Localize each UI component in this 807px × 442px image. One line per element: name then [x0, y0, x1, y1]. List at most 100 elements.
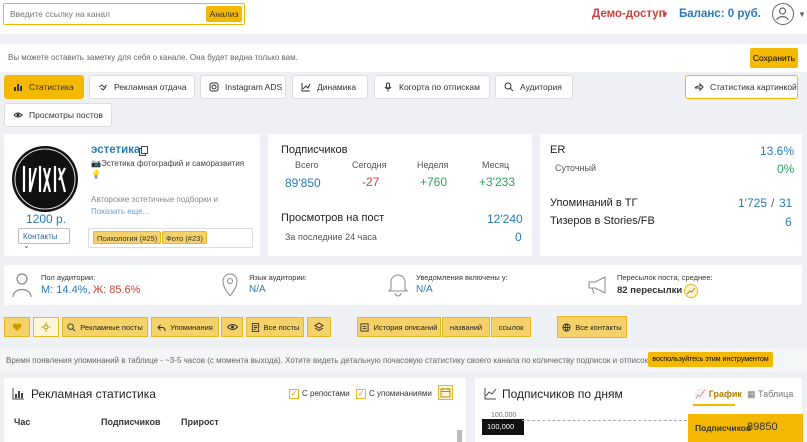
- map-pin-icon: [222, 273, 238, 297]
- teasers-value[interactable]: 6: [785, 215, 792, 229]
- notifications-label: Уведомления включены у:: [416, 273, 508, 282]
- calendar-icon: [440, 388, 451, 398]
- mentions-value[interactable]: 1'725: [738, 196, 767, 210]
- tooltip-value: 89850: [747, 421, 778, 433]
- heart-icon: [12, 323, 22, 331]
- save-note-button[interactable]: Сохранить: [750, 48, 798, 68]
- axis-tooltip-value: 100,000: [487, 422, 515, 431]
- female-share: Ж: 85.6%: [93, 284, 141, 296]
- tab-label: Аудитория: [520, 82, 562, 92]
- contacts-dropdown[interactable]: Контакты ⌄: [18, 228, 70, 250]
- history-button[interactable]: История описаний: [357, 317, 441, 337]
- ad-posts-button[interactable]: Рекламные посты: [62, 317, 148, 337]
- tag-chip[interactable]: Психология (#25): [93, 231, 162, 244]
- channel-link-input[interactable]: [10, 7, 200, 21]
- chevron-down-icon: ▼: [661, 10, 669, 19]
- col-hour: Час: [14, 417, 31, 427]
- use-tool-button[interactable]: воспользуйтесь этим инструментом: [648, 352, 773, 367]
- chart-icon[interactable]: [684, 284, 698, 298]
- er-label: ER: [550, 144, 566, 156]
- col-growth: Прирост: [181, 417, 219, 427]
- daily-er-value: 0%: [777, 162, 795, 176]
- tab-dynamics[interactable]: Динамика: [292, 75, 368, 99]
- with-mentions-label: С упоминаниями: [369, 389, 432, 398]
- mentions-button[interactable]: Упоминания: [151, 317, 219, 337]
- channel-price: 1200 р.: [26, 212, 67, 226]
- total-label: Всего: [295, 160, 319, 170]
- note-input[interactable]: Вы можете оставить заметку для себя о ка…: [8, 53, 298, 62]
- chevron-down-icon: ⌄: [23, 241, 30, 250]
- last-24h-label: За последние 24 часа: [285, 232, 377, 242]
- reply-icon: [157, 323, 166, 331]
- contacts-label: Контакты: [23, 232, 58, 241]
- all-posts-button[interactable]: Все посты: [246, 317, 304, 337]
- analyze-button[interactable]: Анализ: [206, 6, 242, 22]
- gender-label: Пол аудитории:: [41, 273, 96, 282]
- tab-post-views[interactable]: Просмотры постов: [4, 103, 112, 127]
- user-icon: [776, 7, 789, 21]
- all-posts-label: Все посты: [263, 322, 300, 332]
- month-value: +3'233: [479, 175, 515, 189]
- tab-audience[interactable]: Аудитория: [495, 75, 573, 99]
- ad-stats-title: Рекламная статистика: [31, 387, 156, 401]
- scrollbar[interactable]: [457, 430, 462, 442]
- tab-stats-image[interactable]: Статистика картинкой: [685, 75, 798, 99]
- tab-ad-return[interactable]: Рекламная отдача: [89, 75, 195, 99]
- names-history-button[interactable]: названий: [442, 317, 490, 337]
- all-contacts-button[interactable]: Все контакты: [557, 316, 627, 338]
- today-value: -27: [362, 175, 380, 189]
- mentions-label: Упоминания: [170, 322, 213, 332]
- er-value: 13.6%: [760, 144, 795, 158]
- last-24h-value: 0: [515, 230, 522, 244]
- tooltip-label: Подписчиков: [695, 423, 752, 433]
- tab-label: Просмотры постов: [29, 110, 103, 120]
- mentions-value-2[interactable]: 31: [779, 196, 792, 210]
- bell-icon: [387, 274, 409, 297]
- teasers-label: Тизеров в Stories/FB: [550, 215, 655, 227]
- male-share: М: 14.4%,: [41, 284, 91, 296]
- handshake-icon: [98, 84, 108, 91]
- tab-statistics[interactable]: Статистика: [4, 75, 84, 99]
- note-bar: Вы можете оставить заметку для себя о ка…: [0, 44, 807, 72]
- instagram-icon: [209, 82, 219, 92]
- gear-icon: [41, 322, 51, 332]
- tab-label: Рекламная отдача: [114, 82, 187, 92]
- tab-table[interactable]: ▦ Таблица: [747, 389, 793, 400]
- show-more-link[interactable]: Показать еще...: [91, 207, 149, 216]
- audience-icon: [12, 273, 32, 298]
- month-label: Месяц: [482, 160, 510, 170]
- with-reposts-checkbox[interactable]: ✓: [289, 389, 299, 399]
- with-reposts-label: С репостами: [302, 389, 350, 398]
- col-subscribers: Подписчиков: [101, 417, 161, 427]
- favorite-button[interactable]: [4, 317, 30, 337]
- subscribers-title: Подписчиков: [281, 144, 348, 156]
- notifications-value: N/A: [416, 284, 433, 295]
- tag-chip[interactable]: Фото (#23): [162, 231, 207, 244]
- tab-cohort[interactable]: Когорта по отпискам: [374, 75, 490, 99]
- total-value: 89'850: [285, 176, 321, 190]
- history-label: История описаний: [373, 322, 438, 332]
- copy-icon[interactable]: [139, 146, 148, 156]
- demo-access-link[interactable]: Демо-доступ: [592, 8, 666, 20]
- channel-name[interactable]: эстетика: [91, 144, 140, 156]
- share-icon: [694, 82, 704, 92]
- eye-icon: [13, 112, 23, 118]
- tab-label: Статистика: [29, 82, 74, 92]
- daily-er-label: Суточный: [555, 163, 596, 173]
- views-button[interactable]: [221, 317, 243, 337]
- layers-button[interactable]: [307, 317, 331, 337]
- eye-icon: [226, 324, 238, 330]
- tab-instagram-ads[interactable]: Instagram ADS: [200, 75, 286, 99]
- tab-chart[interactable]: 📈 График: [695, 389, 742, 400]
- search-icon: [504, 82, 514, 92]
- history-icon: [360, 322, 370, 332]
- with-mentions-checkbox[interactable]: ✓: [356, 389, 366, 399]
- links-history-button[interactable]: ссылок: [491, 317, 531, 337]
- user-avatar[interactable]: [772, 3, 794, 25]
- balance-link[interactable]: Баланс: 0 руб.: [679, 8, 761, 20]
- names-label: названий: [449, 322, 483, 332]
- channel-search: Анализ: [3, 3, 245, 25]
- settings-button[interactable]: [33, 317, 59, 337]
- language-label: Язык аудитории:: [249, 273, 307, 282]
- calendar-button[interactable]: [438, 385, 453, 400]
